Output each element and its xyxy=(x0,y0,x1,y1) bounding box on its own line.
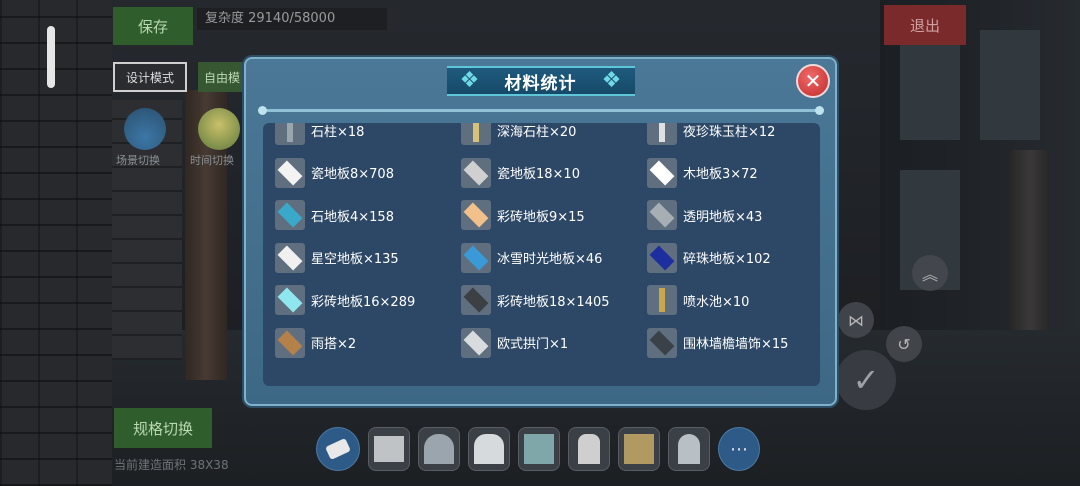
material-item: 彩砖地板9×15 xyxy=(449,194,635,237)
material-name: 深海石柱×20 xyxy=(497,124,577,140)
material-item: 彩砖地板16×289 xyxy=(263,279,449,322)
rotate-icon[interactable]: ↺ xyxy=(886,326,922,362)
material-item: 夜珍珠玉柱×12 xyxy=(635,123,820,152)
material-item: 冰雪时光地板×46 xyxy=(449,237,635,280)
material-item: 彩砖地板18×1405 xyxy=(449,279,635,322)
bookshelf-icon[interactable] xyxy=(618,427,660,471)
dialog-title: 材料统计 xyxy=(504,73,577,94)
close-icon[interactable]: ✕ xyxy=(796,64,830,98)
menu-handle[interactable] xyxy=(47,26,55,88)
save-button[interactable]: 保存 xyxy=(113,7,193,45)
fountain-icon xyxy=(647,285,677,316)
arch-window-icon[interactable] xyxy=(418,427,460,471)
ornament-right-icon: ❖ xyxy=(601,68,622,93)
wood-floor-icon xyxy=(647,157,677,188)
complexity-counter: 复杂度 29140/58000 xyxy=(197,8,387,30)
dialog-header: ❖ 材料统计 ❖ xyxy=(246,59,835,103)
title-plate: ❖ 材料统计 ❖ xyxy=(446,66,635,96)
material-name: 木地板3×72 xyxy=(683,167,758,183)
awning-icon xyxy=(275,327,305,358)
material-name: 彩砖地板9×15 xyxy=(497,209,585,225)
starry-floor-icon xyxy=(275,242,305,273)
scene-switch-icon[interactable] xyxy=(124,108,166,150)
material-item: 石柱×18 xyxy=(263,123,449,152)
material-item: 雨搭×2 xyxy=(263,322,449,365)
material-name: 透明地板×43 xyxy=(683,209,763,225)
material-name: 围林墙檐墙饰×15 xyxy=(683,337,789,353)
material-name: 冰雪时光地板×46 xyxy=(497,252,603,268)
ornament-left-icon: ❖ xyxy=(459,68,480,93)
material-stats-dialog: ❖ 材料统计 ❖ ✕ 石柱×18 深海石柱×20 夜珍珠玉柱×12 瓷地板8×708 瓷… xyxy=(244,57,837,406)
design-mode-button[interactable]: 设计模式 xyxy=(113,62,187,92)
material-name: 彩砖地板16×289 xyxy=(311,294,416,310)
material-list[interactable]: 石柱×18 深海石柱×20 夜珍珠玉柱×12 瓷地板8×708 瓷地板18×10 木地板3… xyxy=(263,123,820,386)
header-divider xyxy=(258,106,824,115)
material-item: 瓷地板18×10 xyxy=(449,152,635,195)
material-name: 碎珠地板×102 xyxy=(683,252,771,268)
pearl-floor-icon xyxy=(647,242,677,273)
material-name: 夜珍珠玉柱×12 xyxy=(683,124,776,140)
time-switch-label: 时间切换 xyxy=(190,154,234,167)
material-grid: 石柱×18 深海石柱×20 夜珍珠玉柱×12 瓷地板8×708 瓷地板18×10 木地板3… xyxy=(263,123,820,364)
porcelain-floor-pattern-icon xyxy=(461,157,491,188)
item-toolbar: ⋯ xyxy=(316,427,760,477)
material-item: 透明地板×43 xyxy=(635,194,820,237)
material-item: 围林墙檐墙饰×15 xyxy=(635,322,820,365)
mirror-icon[interactable]: ⋈ xyxy=(838,302,874,338)
material-name: 星空地板×135 xyxy=(311,252,399,268)
material-name: 瓷地板18×10 xyxy=(497,167,580,183)
free-mode-button[interactable]: 自由模 xyxy=(198,62,248,92)
stone-floor-icon xyxy=(275,200,305,231)
material-name: 石地板4×158 xyxy=(311,209,394,225)
time-switch-icon[interactable] xyxy=(198,108,240,150)
color-tile-floor-icon xyxy=(461,200,491,231)
pearl-jade-pillar-icon xyxy=(647,123,677,146)
material-item: 石地板4×158 xyxy=(263,194,449,237)
transparent-floor-icon xyxy=(647,200,677,231)
material-item: 星空地板×135 xyxy=(263,237,449,280)
spec-switch-button[interactable]: 规格切换 xyxy=(114,408,212,448)
raise-up-icon[interactable]: ︽ xyxy=(912,255,948,291)
material-name: 瓷地板8×708 xyxy=(311,167,394,183)
confirm-check-icon[interactable]: ✓ xyxy=(836,350,896,410)
material-item: 喷水池×10 xyxy=(635,279,820,322)
color-tile-floor-16-icon xyxy=(275,285,305,316)
wall-icon[interactable] xyxy=(368,427,410,471)
material-name: 雨搭×2 xyxy=(311,337,357,353)
material-item: 瓷地板8×708 xyxy=(263,152,449,195)
exit-button[interactable]: 退出 xyxy=(884,5,966,45)
material-item: 碎珠地板×102 xyxy=(635,237,820,280)
material-name: 喷水池×10 xyxy=(683,294,750,310)
material-item: 欧式拱门×1 xyxy=(449,322,635,365)
porcelain-floor-icon xyxy=(275,157,305,188)
eraser-icon[interactable] xyxy=(316,427,360,471)
wall-eave-icon xyxy=(647,327,677,358)
arched-door-icon[interactable] xyxy=(668,427,710,471)
deepsea-pillar-icon xyxy=(461,123,491,146)
build-area-label: 当前建造面积 38X38 xyxy=(114,458,229,472)
material-item: 深海石柱×20 xyxy=(449,123,635,152)
cabinet-icon[interactable] xyxy=(518,427,560,471)
material-name: 欧式拱门×1 xyxy=(497,337,569,353)
gothic-window-icon[interactable] xyxy=(468,427,510,471)
door-icon[interactable] xyxy=(568,427,610,471)
material-item: 木地板3×72 xyxy=(635,152,820,195)
stone-pillar-icon xyxy=(275,123,305,146)
scene-switch-label: 场景切换 xyxy=(116,154,160,167)
color-tile-floor-18-icon xyxy=(461,285,491,316)
material-name: 石柱×18 xyxy=(311,124,365,140)
arch-door-icon xyxy=(461,327,491,358)
ice-time-floor-icon xyxy=(461,242,491,273)
more-button[interactable]: ⋯ xyxy=(718,427,760,471)
material-name: 彩砖地板18×1405 xyxy=(497,294,610,310)
